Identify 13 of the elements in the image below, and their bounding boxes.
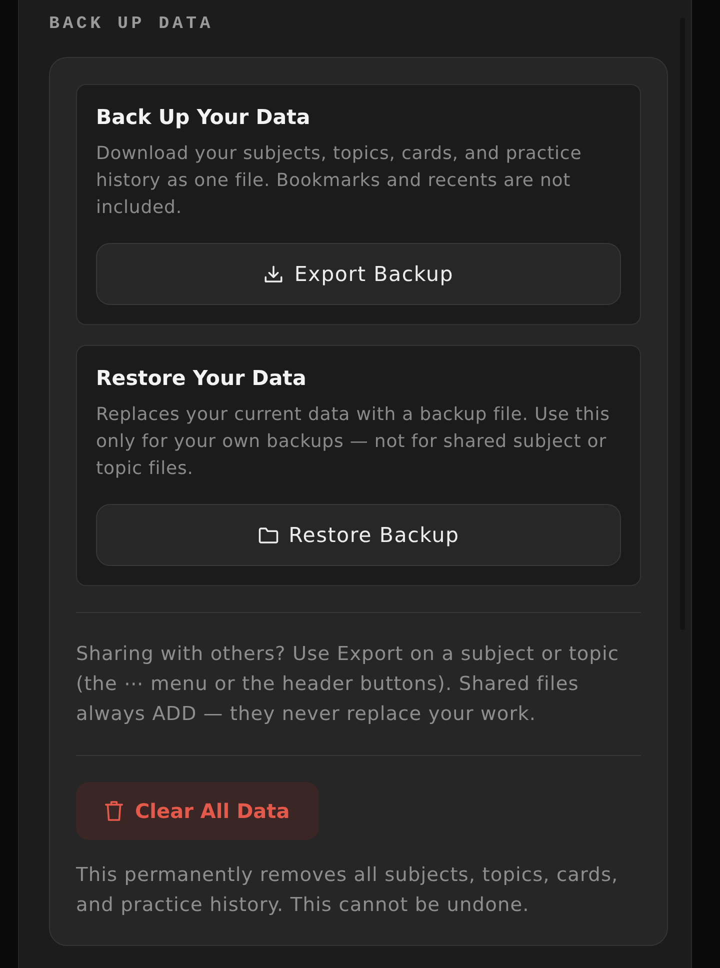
restore-backup-button[interactable]: Restore Backup <box>96 504 621 566</box>
download-icon <box>263 264 284 284</box>
section-heading: BACK UP DATA <box>49 13 214 36</box>
trash-icon <box>105 800 123 822</box>
export-backup-button[interactable]: Export Backup <box>96 243 621 305</box>
sharing-note: Sharing with others? Use Export on a subject or topic (the ⋯ menu or the header buttons). Shared files always ADD — they never replace your work. <box>76 641 620 727</box>
option-description: Download your subjects, topics, cards, and practice history as one file. Bookmarks and recents are not included. <box>96 142 583 220</box>
option-description: Replaces your current data with a backup file. Use this only for your own backups — not for shared subject or topic files. <box>96 403 611 481</box>
warning-text: This permanently removes all subjects, topics, cards, and practice history. This cannot be undone. <box>76 862 620 918</box>
folder-icon <box>258 524 279 546</box>
option-title: Back Up Your Data <box>96 104 312 131</box>
clear-all-data-button[interactable]: Clear All Data <box>76 782 319 840</box>
option-title: Restore Your Data <box>96 365 308 392</box>
